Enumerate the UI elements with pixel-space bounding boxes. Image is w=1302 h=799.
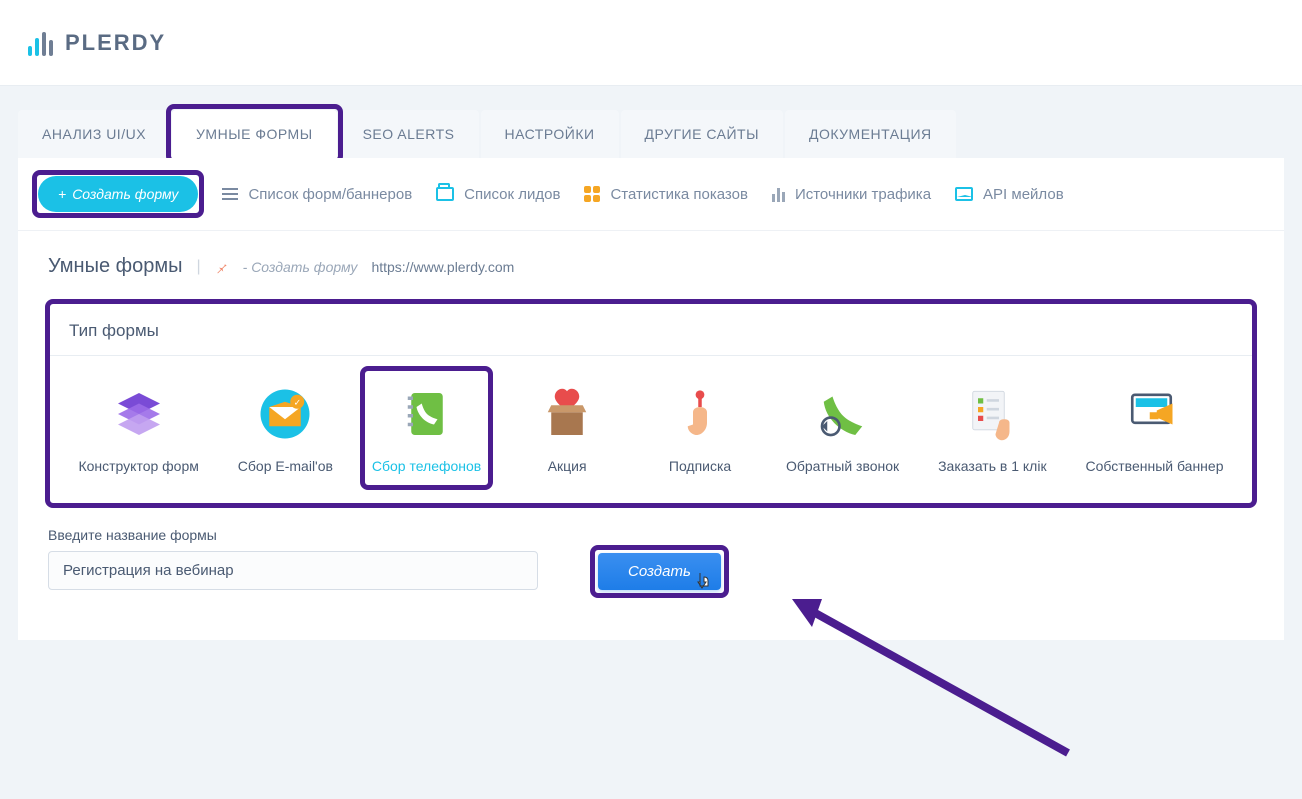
page-url: https://www.plerdy.com [371,259,514,275]
megaphone-screen-icon [1123,382,1187,446]
cursor-pointer-icon [697,572,713,590]
toolbar-list-forms[interactable]: Список форм/баннеров [222,186,412,203]
form-type-promo[interactable]: Акция [512,376,622,480]
grid-icon [584,186,600,202]
form-type-email[interactable]: ✓ Сбор E-mail'ов [230,376,341,480]
tab-smart-forms[interactable]: УМНЫЕ ФОРМЫ [172,110,337,158]
form-type-subscribe[interactable]: Подписка [645,376,755,480]
toolbar: + Создать форму Список форм/баннеров Спи… [18,158,1284,231]
layers-icon [107,382,171,446]
create-submit-button[interactable]: Создать [598,553,721,590]
app-header: PLERDY [0,0,1302,86]
toolbar-api-mail[interactable]: API мейлов [955,186,1064,203]
phonebook-icon [395,382,459,446]
toolbar-traffic[interactable]: Источники трафика [772,186,931,203]
form-type-title: Тип формы [49,321,1253,356]
mail-icon [955,187,973,201]
envelope-icon: ✓ [253,382,317,446]
form-type-phone[interactable]: Сбор телефонов [364,376,489,480]
folder-icon [436,187,454,201]
logo-bars-icon [28,30,53,56]
page-head: Умные формы | - Создать форму https://ww… [48,255,1254,278]
form-name-label: Введите название формы [48,527,538,543]
main-tabs: АНАЛИЗ UI/UX УМНЫЕ ФОРМЫ SEO ALERTS НАСТ… [18,110,1284,158]
breadcrumb: - Создать форму [243,259,358,275]
tab-settings[interactable]: НАСТРОЙКИ [481,110,619,158]
toolbar-stats[interactable]: Статистика показов [584,186,748,203]
plus-icon: + [58,186,66,202]
bars-icon [772,186,785,202]
checklist-hand-icon [960,382,1024,446]
phone-refresh-icon [811,382,875,446]
form-type-banner[interactable]: Собственный баннер [1078,376,1232,480]
box-heart-icon [535,382,599,446]
page-title: Умные формы [48,255,182,278]
create-form-button[interactable]: + Создать форму [38,176,198,212]
annotation-arrow [788,593,1088,773]
hand-tap-icon [668,382,732,446]
page-body: Умные формы | - Создать форму https://ww… [18,231,1284,640]
logo-text: PLERDY [65,30,166,56]
form-name-input[interactable] [48,551,538,590]
tab-other-sites[interactable]: ДРУГИЕ САЙТЫ [621,110,783,158]
form-type-constructor[interactable]: Конструктор форм [70,376,206,480]
list-icon [222,186,238,202]
tab-seo-alerts[interactable]: SEO ALERTS [339,110,479,158]
tab-docs[interactable]: ДОКУМЕНТАЦИЯ [785,110,956,158]
pin-icon [215,260,229,274]
form-type-callback[interactable]: Обратный звонок [778,376,907,480]
svg-text:✓: ✓ [294,397,301,407]
form-type-section: Тип формы Конструктор форм ✓ Сбор E-mail… [48,302,1254,505]
form-type-oneclick[interactable]: Заказать в 1 клік [930,376,1055,480]
logo: PLERDY [28,30,166,56]
tab-analysis[interactable]: АНАЛИЗ UI/UX [18,110,170,158]
toolbar-list-leads[interactable]: Список лидов [436,186,560,203]
